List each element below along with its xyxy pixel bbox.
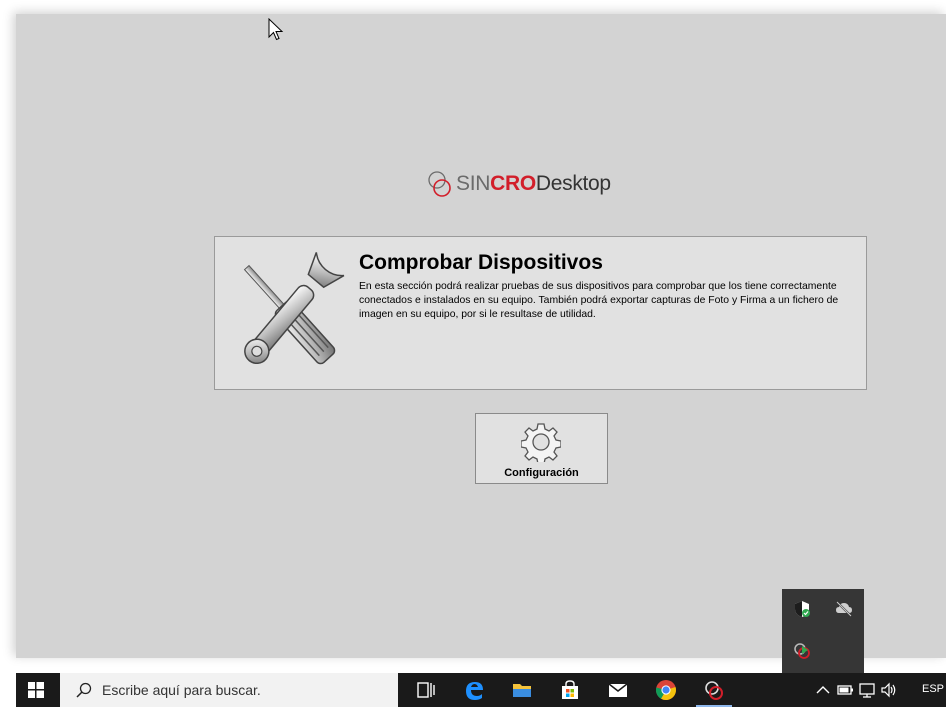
file-explorer-button[interactable]	[498, 673, 546, 707]
search-icon	[76, 682, 92, 698]
logo-cro-text: CRO	[490, 172, 536, 195]
configuration-label: Configuración	[504, 467, 579, 479]
task-view-icon	[417, 682, 435, 698]
mail-icon	[608, 683, 628, 697]
chrome-icon	[655, 680, 676, 701]
chrome-button[interactable]	[642, 673, 690, 707]
mail-button[interactable]	[594, 673, 642, 707]
taskbar: Escribe aquí para buscar. ESP	[16, 673, 946, 707]
battery-icon[interactable]	[836, 681, 854, 699]
tray-overflow-flyout	[782, 589, 864, 673]
file-explorer-icon	[513, 684, 531, 697]
check-devices-card[interactable]: Comprobar Dispositivos En esta sección p…	[214, 236, 867, 390]
windows-logo-icon	[28, 682, 44, 698]
app-window: SINCRODesktop Comprobar Dispositivos En …	[16, 14, 946, 658]
volume-icon[interactable]	[880, 681, 898, 699]
card-title: Comprobar Dispositivos	[359, 251, 603, 274]
chevron-up-icon[interactable]	[814, 681, 832, 699]
task-view-button[interactable]	[402, 673, 450, 707]
logo-desktop-text: Desktop	[535, 172, 611, 195]
store-icon	[562, 680, 578, 699]
logo-sin-text: SIN	[456, 172, 491, 195]
language-indicator[interactable]: ESP	[922, 683, 944, 695]
sincro-desktop-logo: SINCRODesktop	[426, 164, 611, 204]
sincro-icon	[705, 681, 723, 700]
gear-icon	[521, 423, 561, 462]
sincro-logo-icon	[428, 171, 451, 197]
sincro-taskbar-button[interactable]	[690, 673, 738, 707]
tools-icon	[243, 252, 345, 365]
search-box[interactable]: Escribe aquí para buscar.	[60, 673, 398, 707]
onedrive-offline-icon[interactable]	[835, 600, 853, 618]
search-placeholder: Escribe aquí para buscar.	[102, 682, 261, 698]
sincro-tray-icon[interactable]	[793, 642, 811, 660]
edge-button[interactable]	[450, 673, 498, 707]
store-button[interactable]	[546, 673, 594, 707]
mouse-cursor-icon	[268, 18, 284, 41]
configuration-button[interactable]: Configuración	[475, 413, 608, 484]
defender-icon[interactable]	[793, 600, 811, 618]
card-description: En esta sección podrá realizar pruebas d…	[359, 281, 839, 320]
network-icon[interactable]	[858, 681, 876, 699]
edge-icon	[466, 682, 483, 700]
start-button[interactable]	[16, 673, 60, 707]
